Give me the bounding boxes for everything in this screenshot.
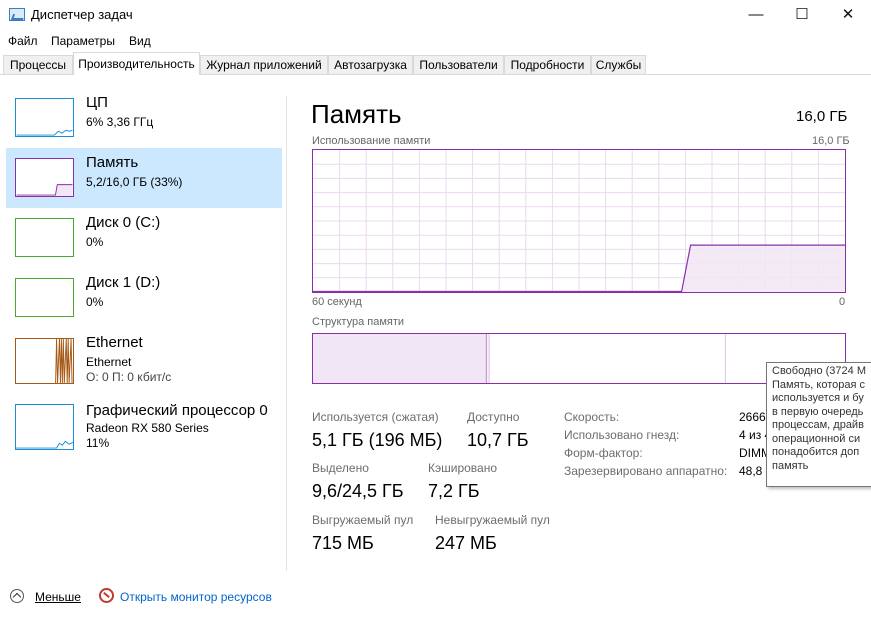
free-memory-tooltip: Свободно (3724 М Память, которая с испол…: [766, 362, 871, 487]
tooltip-line: операционной си: [772, 432, 861, 445]
committed-label: Выделено: [312, 461, 369, 475]
form-factor-label: Форм-фактор:: [564, 446, 643, 460]
in-use-label: Используется (сжатая): [312, 410, 439, 424]
structure-standby[interactable]: [489, 334, 726, 383]
memory-thumbnail-graph: [15, 158, 74, 197]
structure-graph-label: Структура памяти: [312, 316, 405, 328]
tooltip-line: в первую очередь: [772, 405, 864, 418]
usage-graph-label: Использование памяти: [312, 135, 431, 147]
time-axis-right: 0: [839, 296, 846, 308]
cpu-thumbnail-graph: [15, 98, 74, 137]
tooltip-line: понадобится доп: [772, 446, 860, 458]
in-use-value: 5,1 ГБ (196 МБ): [312, 430, 443, 450]
available-value: 10,7 ГБ: [467, 430, 529, 450]
sidebar-item-usage: 11%: [86, 436, 110, 450]
page-title: Память: [311, 99, 402, 129]
speed-label: Скорость:: [564, 410, 620, 424]
menu-view[interactable]: Вид: [129, 34, 151, 48]
usage-graph-max: 16,0 ГБ: [812, 135, 850, 147]
time-axis-left: 60 секунд: [312, 296, 362, 308]
tooltip-line: процессам, драйв: [772, 419, 864, 431]
sidebar-item-label: Графический процессор 0: [86, 402, 268, 419]
sidebar-item-detail: 6% 3,36 ГГц: [86, 115, 154, 129]
sidebar-item-label: ЦП: [86, 94, 108, 111]
tab-bar: Процессы Производительность Журнал прило…: [0, 52, 871, 75]
sidebar-item-label: Диск 1 (D:): [86, 274, 161, 291]
tab-details[interactable]: Подробности: [504, 55, 591, 74]
fewer-details-button[interactable]: Меньше: [35, 590, 81, 604]
speed-value: 2666: [739, 410, 766, 424]
sidebar-item-memory[interactable]: Память 5,2/16,0 ГБ (33%): [6, 148, 282, 208]
chevron-up-icon[interactable]: [10, 589, 24, 603]
tab-services[interactable]: Службы: [591, 55, 646, 74]
nonpaged-pool-value: 247 МБ: [435, 533, 497, 553]
sidebar-item-detail: 0%: [86, 295, 104, 309]
sidebar-item-gpu[interactable]: Графический процессор 0 Radeon RX 580 Se…: [6, 396, 282, 460]
sidebar-item-detail: Radeon RX 580 Series: [86, 421, 209, 435]
window-title: Диспетчер задач: [31, 7, 133, 22]
disk-0-thumbnail-graph: [15, 218, 74, 257]
sidebar-item-cpu[interactable]: ЦП 6% 3,36 ГГц: [6, 88, 282, 148]
committed-value: 9,6/24,5 ГБ: [312, 481, 404, 501]
open-resource-monitor-link[interactable]: Открыть монитор ресурсов: [120, 590, 272, 604]
menu-bar: Файл Параметры Вид: [0, 30, 871, 52]
total-memory: 16,0 ГБ: [796, 108, 848, 125]
minimize-button[interactable]: —: [733, 0, 779, 30]
title-bar: Диспетчер задач — ☐ ✕: [0, 0, 871, 30]
sidebar-item-label: Ethernet: [86, 334, 143, 351]
structure-in-use[interactable]: [313, 334, 487, 383]
close-button[interactable]: ✕: [825, 0, 871, 30]
resource-monitor-icon[interactable]: [99, 588, 114, 603]
tooltip-line: Свободно (3724 М: [772, 365, 866, 377]
footer: Меньше Открыть монитор ресурсов: [0, 583, 871, 623]
sidebar-item-disk-0[interactable]: Диск 0 (C:) 0%: [6, 208, 282, 268]
paged-pool-label: Выгружаемый пул: [312, 513, 414, 527]
tab-app-history[interactable]: Журнал приложений: [200, 55, 328, 74]
slots-label: Использовано гнезд:: [564, 428, 680, 442]
tab-startup[interactable]: Автозагрузка: [328, 55, 413, 74]
tooltip-line: память: [772, 459, 809, 472]
menu-options[interactable]: Параметры: [51, 34, 115, 48]
tooltip-line: Память, которая с: [772, 378, 866, 391]
hardware-reserved-label: Зарезервировано аппаратно:: [564, 464, 728, 478]
sidebar-item-detail: 5,2/16,0 ГБ (33%): [86, 175, 183, 189]
tab-performance[interactable]: Производительность: [73, 52, 200, 75]
menu-file[interactable]: Файл: [8, 34, 38, 48]
tab-processes[interactable]: Процессы: [3, 55, 73, 74]
task-manager-icon: [9, 8, 25, 21]
sidebar-item-disk-1[interactable]: Диск 1 (D:) 0%: [6, 268, 282, 328]
sidebar-item-ethernet[interactable]: Ethernet Ethernet О: 0 П: 0 кбит/с: [6, 328, 282, 392]
cached-value: 7,2 ГБ: [428, 481, 480, 501]
maximize-button[interactable]: ☐: [779, 0, 825, 30]
available-label: Доступно: [467, 410, 520, 424]
sidebar-item-label: Диск 0 (C:): [86, 214, 161, 231]
sidebar-item-detail: 0%: [86, 235, 104, 249]
gpu-thumbnail-graph: [15, 404, 74, 450]
sidebar-item-throughput: О: 0 П: 0 кбит/с: [86, 370, 172, 384]
ethernet-thumbnail-graph: [15, 338, 74, 384]
sidebar-item-detail: Ethernet: [86, 355, 132, 369]
pane-divider[interactable]: [286, 96, 287, 571]
disk-1-thumbnail-graph: [15, 278, 74, 317]
memory-usage-graph: [312, 149, 846, 293]
nonpaged-pool-label: Невыгружаемый пул: [435, 513, 550, 527]
cached-label: Кэшировано: [428, 461, 498, 475]
paged-pool-value: 715 МБ: [312, 533, 374, 553]
tab-users[interactable]: Пользователи: [413, 55, 504, 74]
tooltip-line: используется и бу: [772, 392, 864, 404]
sidebar-item-label: Память: [86, 154, 139, 171]
